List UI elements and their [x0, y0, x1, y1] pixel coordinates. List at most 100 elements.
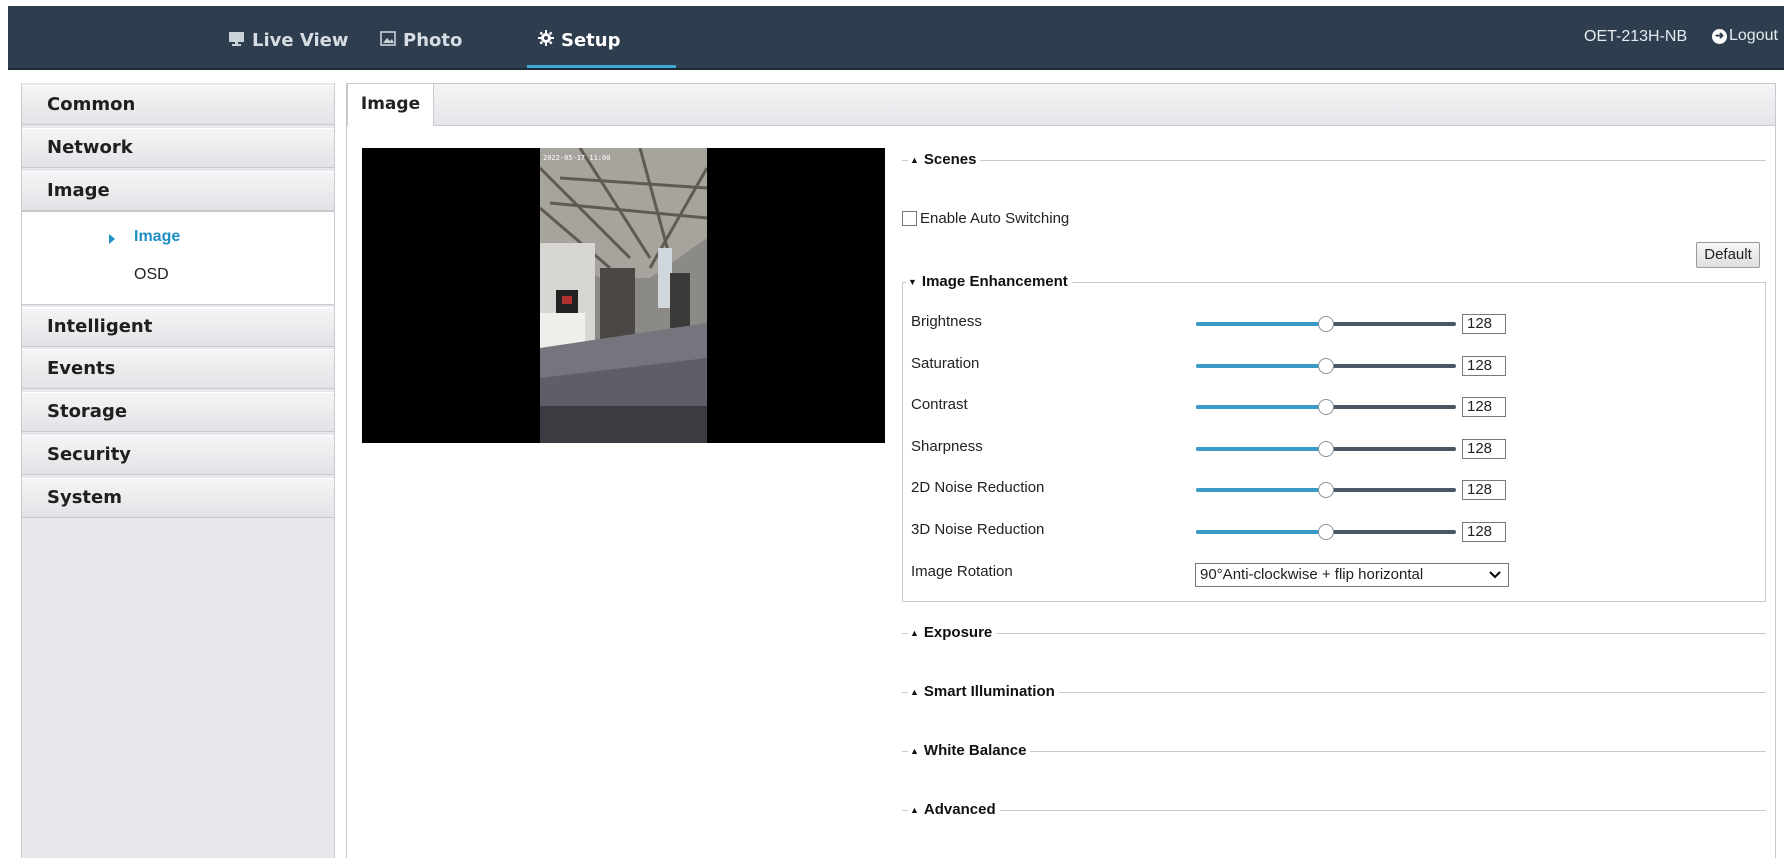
- sidebar-subitem-image[interactable]: Image: [134, 228, 180, 246]
- slider-track[interactable]: [1196, 524, 1456, 540]
- slider-handle[interactable]: [1318, 441, 1334, 457]
- slider-value-input[interactable]: 128: [1462, 314, 1506, 334]
- sidebar-item-label: Common: [47, 94, 136, 115]
- image-rotation-select[interactable]: 90°Anti-clockwise + flip horizontal: [1195, 563, 1509, 587]
- auto-switching-checkbox[interactable]: [902, 211, 917, 226]
- slider-value-input[interactable]: 128: [1462, 439, 1506, 459]
- section-exposure[interactable]: ▲ Exposure: [908, 624, 997, 641]
- slider-label: Brightness: [911, 313, 982, 330]
- slider-value-input[interactable]: 128: [1462, 480, 1506, 500]
- slider-fill: [1196, 405, 1326, 409]
- sidebar-item-common[interactable]: Common: [22, 85, 334, 125]
- caret-up-icon: ▲: [910, 745, 919, 756]
- slider-track[interactable]: [1196, 399, 1456, 415]
- enable-auto-switching[interactable]: Enable Auto Switching: [902, 210, 1069, 227]
- slider-track[interactable]: [1196, 316, 1456, 332]
- caret-up-icon: ▲: [910, 686, 919, 697]
- sidebar-subitem-osd[interactable]: OSD: [134, 266, 169, 284]
- active-nav-indicator: [527, 65, 676, 68]
- auto-switching-label: Enable Auto Switching: [920, 210, 1070, 227]
- section-white-balance-title: White Balance: [923, 742, 1027, 759]
- sidebar: Common Network Image Image OSD Intellige…: [21, 83, 335, 858]
- sidebar-item-network[interactable]: Network: [22, 128, 334, 168]
- sidebar-item-label: Security: [47, 444, 132, 465]
- slider-fill: [1196, 364, 1326, 368]
- section-advanced[interactable]: ▲ Advanced: [908, 801, 1000, 818]
- sidebar-item-image[interactable]: Image: [22, 171, 334, 211]
- slider-label: 3D Noise Reduction: [911, 521, 1045, 538]
- slider-fill: [1196, 322, 1326, 326]
- osd-timestamp: 2022-05-17 11:00: [543, 154, 611, 162]
- tab-image[interactable]: Image: [347, 83, 434, 126]
- section-white-balance[interactable]: ▲ White Balance: [908, 742, 1031, 759]
- sidebar-item-security[interactable]: Security: [22, 435, 334, 475]
- sidebar-item-label: Image: [47, 180, 110, 201]
- sidebar-item-label: Storage: [47, 401, 128, 422]
- section-smart-illumination[interactable]: ▲ Smart Illumination: [908, 683, 1059, 700]
- section-scenes[interactable]: ▲ Scenes: [908, 151, 981, 168]
- nav-live-view-label: Live View: [252, 29, 349, 51]
- exposure-divider: [902, 633, 1766, 634]
- slider-track[interactable]: [1196, 358, 1456, 374]
- camera-scene-image: [540, 148, 707, 443]
- nav-photo-label: Photo: [403, 29, 463, 51]
- nav-photo[interactable]: Photo: [380, 28, 462, 52]
- slider-handle[interactable]: [1318, 399, 1334, 415]
- live-preview[interactable]: 2022-05-17 11:00: [362, 148, 885, 443]
- section-image-enhancement[interactable]: ▼ Image Enhancement: [906, 273, 1072, 290]
- camera-frame: 2022-05-17 11:00: [540, 148, 707, 443]
- caret-right-icon: [109, 234, 115, 244]
- logout-link[interactable]: ➜ Logout: [1712, 27, 1778, 45]
- sidebar-item-system[interactable]: System: [22, 478, 334, 518]
- nav-setup[interactable]: Setup: [538, 28, 620, 52]
- tab-bar: Image: [346, 83, 1776, 126]
- nav-live-view[interactable]: Live View: [228, 28, 348, 52]
- section-image-enhancement-title: Image Enhancement: [921, 273, 1068, 290]
- caret-up-icon: ▲: [910, 627, 919, 638]
- sidebar-item-label: Intelligent: [47, 316, 153, 337]
- chevron-down-icon: [1488, 564, 1502, 592]
- slider-track[interactable]: [1196, 441, 1456, 457]
- gear-icon: [538, 29, 554, 51]
- top-nav-bar: Live View Photo Setup OET-213H-NB ➜ Logo…: [8, 6, 1784, 70]
- sidebar-item-events[interactable]: Events: [22, 349, 334, 389]
- sidebar-submenu-image: Image OSD: [22, 211, 334, 305]
- photo-icon: [380, 30, 396, 51]
- monitor-icon: [228, 30, 245, 51]
- image-enhancement-box: [902, 282, 1766, 602]
- slider-fill: [1196, 530, 1326, 534]
- slider-handle[interactable]: [1318, 524, 1334, 540]
- slider-label: Sharpness: [911, 438, 983, 455]
- section-exposure-title: Exposure: [923, 624, 993, 641]
- logout-icon: ➜: [1712, 28, 1727, 44]
- caret-down-icon: ▼: [908, 276, 917, 287]
- slider-label: 2D Noise Reduction: [911, 479, 1045, 496]
- advanced-divider: [902, 810, 1766, 811]
- nav-setup-label: Setup: [561, 29, 621, 51]
- slider-track[interactable]: [1196, 482, 1456, 498]
- slider-handle[interactable]: [1318, 358, 1334, 374]
- white-balance-divider: [902, 751, 1766, 752]
- slider-fill: [1196, 447, 1326, 451]
- section-advanced-title: Advanced: [923, 801, 996, 818]
- slider-value-input[interactable]: 128: [1462, 522, 1506, 542]
- sidebar-item-storage[interactable]: Storage: [22, 392, 334, 432]
- slider-label: Contrast: [911, 396, 968, 413]
- caret-up-icon: ▲: [910, 154, 919, 165]
- slider-label: Saturation: [911, 355, 980, 372]
- slider-value-input[interactable]: 128: [1462, 397, 1506, 417]
- slider-fill: [1196, 488, 1326, 492]
- sidebar-item-label: Events: [47, 358, 116, 379]
- scenes-divider: [902, 160, 1766, 161]
- sidebar-item-label: Network: [47, 137, 133, 158]
- slider-value-input[interactable]: 128: [1462, 356, 1506, 376]
- slider-handle[interactable]: [1318, 482, 1334, 498]
- slider-handle[interactable]: [1318, 316, 1334, 332]
- image-rotation-label: Image Rotation: [911, 563, 1013, 580]
- caret-up-icon: ▲: [910, 804, 919, 815]
- default-button[interactable]: Default: [1696, 242, 1760, 268]
- image-rotation-value: 90°Anti-clockwise + flip horizontal: [1200, 566, 1424, 583]
- section-scenes-title: Scenes: [923, 151, 977, 168]
- section-smart-illumination-title: Smart Illumination: [923, 683, 1055, 700]
- sidebar-item-intelligent[interactable]: Intelligent: [22, 307, 334, 347]
